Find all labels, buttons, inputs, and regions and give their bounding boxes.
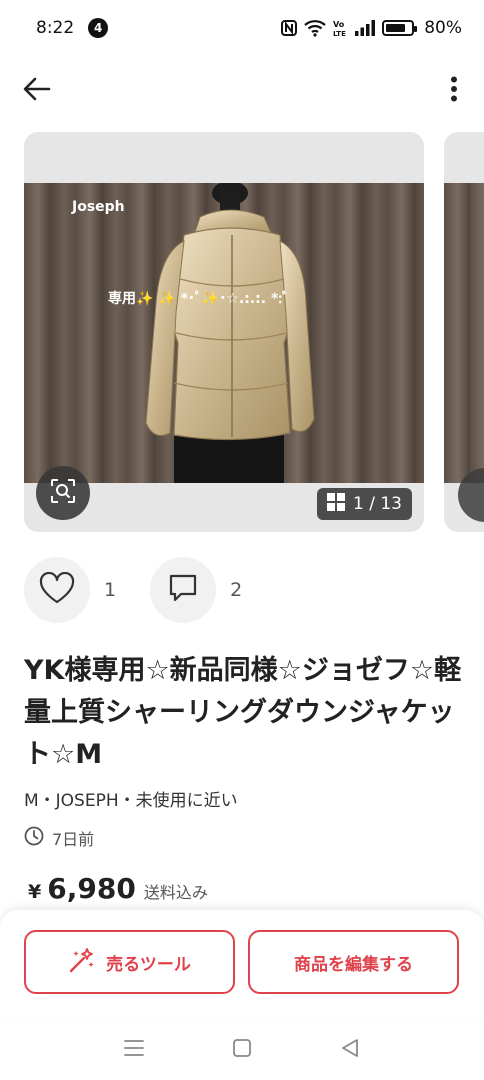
photo-counter[interactable]: 1 / 13 bbox=[317, 488, 412, 520]
volte-icon: Vo LTE bbox=[332, 19, 348, 37]
comment-button[interactable] bbox=[150, 557, 217, 623]
item-actions: 1 2 bbox=[24, 556, 276, 624]
more-options-button[interactable] bbox=[444, 74, 464, 108]
square-icon bbox=[232, 1038, 252, 1062]
status-icons: Vo LTE 80% bbox=[280, 18, 462, 38]
posted-time-row: 7日前 bbox=[24, 826, 94, 850]
next-photo bbox=[444, 183, 484, 483]
item-title: YK様専用☆新品同様☆ジョゼフ☆軽量上質シャーリングダウンジャケット☆M bbox=[24, 655, 462, 770]
battery-icon bbox=[382, 20, 418, 36]
like-button[interactable] bbox=[24, 557, 90, 623]
posted-time: 7日前 bbox=[52, 830, 95, 849]
photo-brand-text: Joseph bbox=[72, 199, 125, 215]
sparkle-wand-icon bbox=[68, 947, 96, 978]
app-bar bbox=[0, 62, 484, 120]
shipping-note: 送料込み bbox=[143, 883, 208, 902]
nav-home-button[interactable] bbox=[222, 1030, 262, 1070]
nav-back-button[interactable] bbox=[330, 1030, 370, 1070]
photo-counter-text: 1 / 13 bbox=[353, 494, 402, 514]
bottom-action-bar: 売るツール 商品を編集する bbox=[0, 910, 484, 1020]
status-bar: 8:22 4 Vo LTE 80% bbox=[0, 0, 484, 56]
clock-icon bbox=[24, 826, 44, 850]
price-value: 6,980 bbox=[47, 872, 136, 905]
battery-percent: 80% bbox=[424, 18, 462, 38]
nfc-icon bbox=[280, 19, 298, 37]
nav-recents-button[interactable] bbox=[114, 1030, 154, 1070]
signal-icon bbox=[354, 19, 376, 37]
item-meta: M・JOSEPH・未使用に近い bbox=[24, 791, 238, 811]
more-vertical-icon bbox=[450, 76, 458, 106]
photo-card[interactable]: Joseph 専用✨ ✨ *･ﾟ✨･☆.:.:. *:ﾟ 1 / 13 bbox=[24, 132, 424, 532]
menu-lines-icon bbox=[123, 1038, 145, 1062]
photo-caption-text: 専用✨ ✨ *･ﾟ✨･☆.:.:. *:ﾟ bbox=[108, 291, 290, 307]
triangle-back-icon bbox=[340, 1038, 360, 1062]
next-photo-card[interactable] bbox=[444, 132, 484, 532]
battery-level bbox=[386, 24, 406, 32]
photo-carousel[interactable]: Joseph 専用✨ ✨ *･ﾟ✨･☆.:.:. *:ﾟ 1 / 13 bbox=[24, 132, 484, 532]
sell-tools-button[interactable]: 売るツール bbox=[24, 930, 235, 994]
like-count: 1 bbox=[104, 579, 117, 601]
jacket-illustration bbox=[145, 183, 315, 483]
comment-icon bbox=[167, 572, 199, 608]
grid-icon bbox=[327, 492, 346, 516]
product-photo[interactable]: Joseph 専用✨ ✨ *･ﾟ✨･☆.:.:. *:ﾟ bbox=[24, 183, 424, 483]
system-nav-bar bbox=[0, 1020, 484, 1080]
zoom-scan-icon bbox=[50, 478, 76, 508]
notification-badge: 4 bbox=[88, 18, 109, 38]
heart-icon bbox=[39, 571, 75, 608]
wifi-icon bbox=[304, 19, 326, 37]
edit-item-button[interactable]: 商品を編集する bbox=[248, 930, 459, 994]
zoom-button[interactable] bbox=[36, 466, 90, 520]
sell-tools-label: 売るツール bbox=[106, 954, 191, 975]
svg-text:Vo: Vo bbox=[333, 20, 345, 29]
price-currency: ¥ bbox=[28, 881, 42, 903]
status-time: 8:22 bbox=[36, 18, 75, 38]
edit-item-label: 商品を編集する bbox=[294, 954, 413, 975]
arrow-left-icon bbox=[23, 77, 51, 105]
svg-text:LTE: LTE bbox=[333, 30, 346, 37]
comment-count: 2 bbox=[230, 579, 243, 601]
back-button[interactable] bbox=[20, 74, 54, 108]
price-row: ¥ 6,980 送料込み bbox=[28, 872, 208, 905]
